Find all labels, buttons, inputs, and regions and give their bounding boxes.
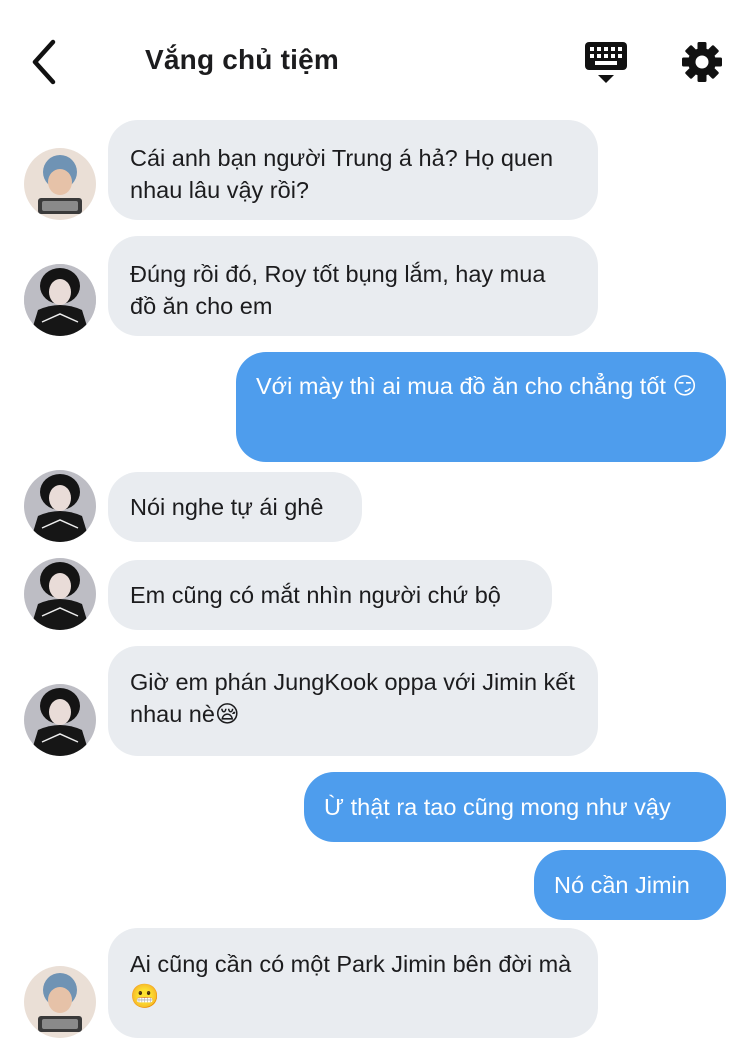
message-bubble-incoming[interactable]: Giờ em phán JungKook oppa với Jimin kết … [108, 646, 598, 756]
avatar-dark [24, 470, 96, 542]
message-bubble-outgoing[interactable]: Ừ thật ra tao cũng mong như vậy [304, 772, 726, 842]
message-bubble-outgoing[interactable]: Nó cần Jimin [534, 850, 726, 920]
avatar-blue [24, 148, 96, 220]
message-bubble-incoming[interactable]: Ai cũng cần có một Park Jimin bên đời mà… [108, 928, 598, 1038]
message-bubble-incoming[interactable]: Đúng rồi đó, Roy tốt bụng lắm, hay mua đ… [108, 236, 598, 336]
avatar[interactable] [24, 148, 96, 220]
avatar[interactable] [24, 264, 96, 336]
avatar[interactable] [24, 558, 96, 630]
avatar-blue [24, 966, 96, 1038]
message-bubble-incoming[interactable]: Nói nghe tự ái ghê [108, 472, 362, 542]
avatar[interactable] [24, 966, 96, 1038]
avatar[interactable] [24, 470, 96, 542]
avatar-dark [24, 684, 96, 756]
avatar-dark [24, 264, 96, 336]
message-bubble-incoming[interactable]: Cái anh bạn người Trung á hả? Họ quen nh… [108, 120, 598, 220]
message-list[interactable]: Cái anh bạn người Trung á hả? Họ quen nh… [0, 0, 750, 1062]
message-bubble-incoming[interactable]: Em cũng có mắt nhìn người chứ bộ [108, 560, 552, 630]
avatar-dark [24, 558, 96, 630]
avatar[interactable] [24, 684, 96, 756]
message-bubble-outgoing[interactable]: Với mày thì ai mua đồ ăn cho chẳng tốt 😏 [236, 352, 726, 462]
